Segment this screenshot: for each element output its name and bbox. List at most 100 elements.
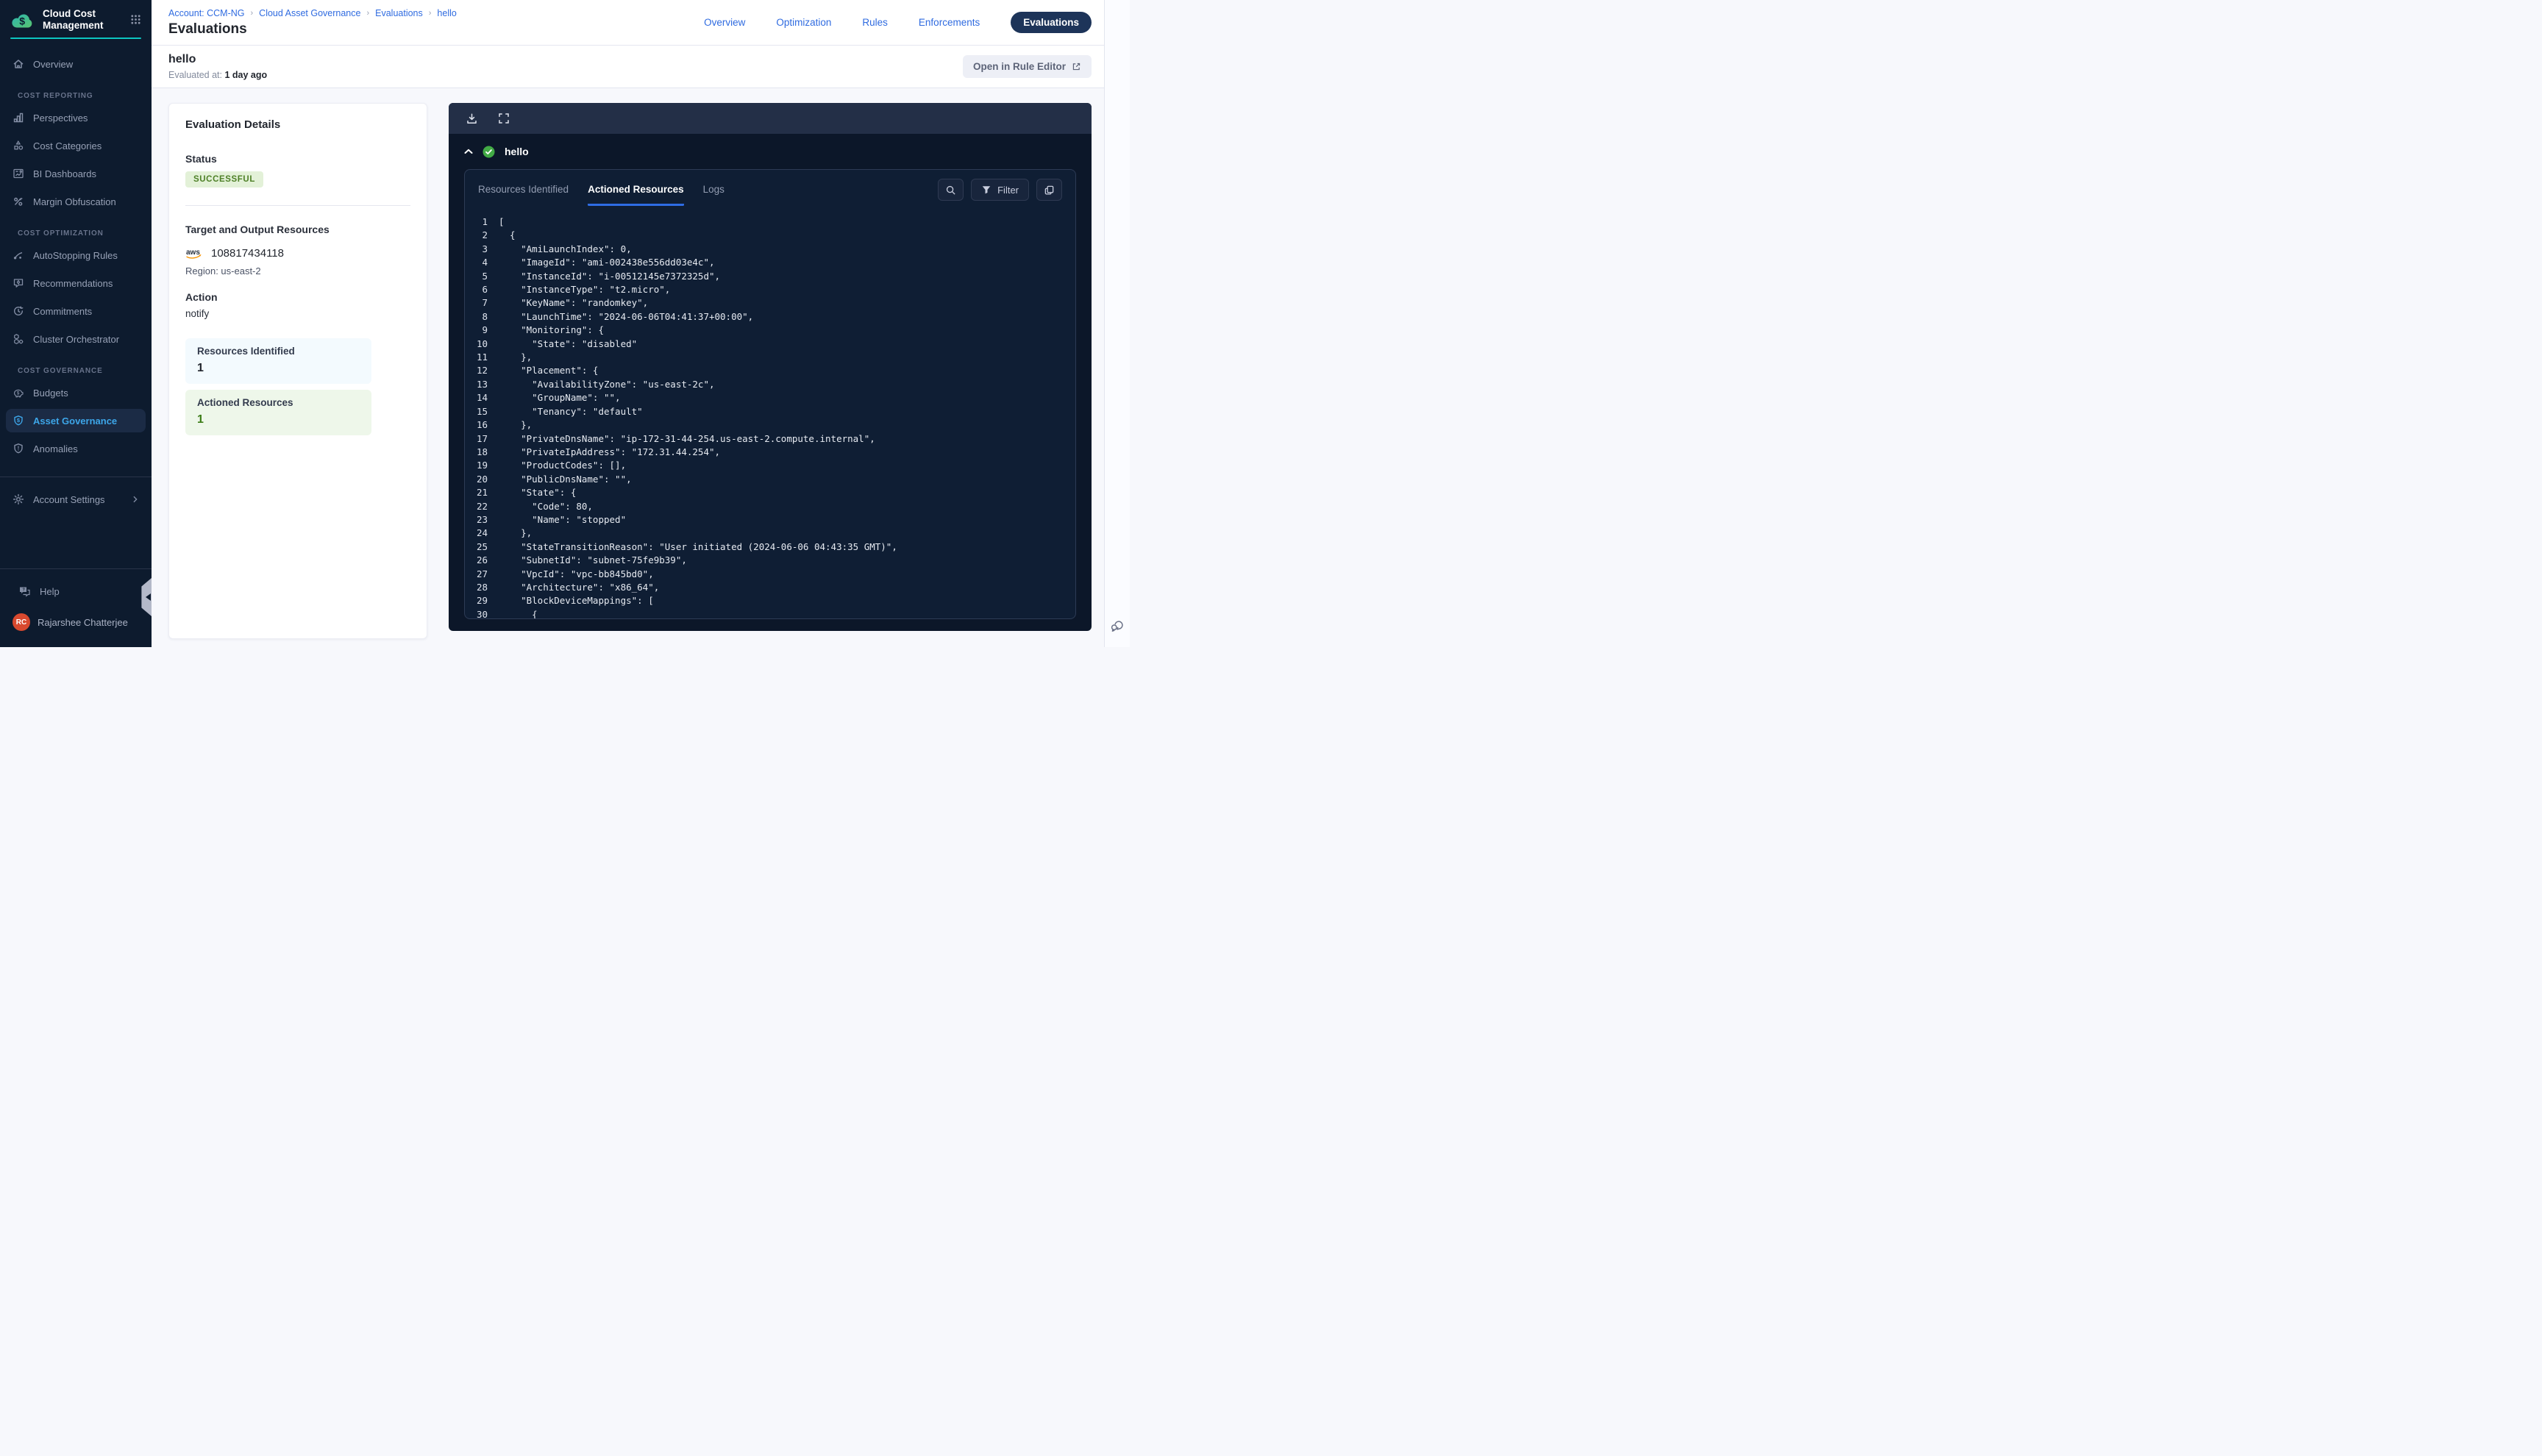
line-content: }, — [499, 351, 532, 364]
sidebar-item-help[interactable]: ? Help — [12, 579, 140, 603]
line-content: "AmiLaunchIndex": 0, — [499, 243, 632, 256]
breadcrumb-separator-icon: › — [366, 9, 369, 18]
download-icon[interactable] — [466, 113, 478, 125]
sidebar-item-label: Account Settings — [33, 494, 105, 505]
sidebar-item-recommendations[interactable]: Recommendations — [6, 271, 146, 295]
breadcrumb-account-link[interactable]: Account: CCM-NG — [168, 8, 245, 18]
viewer-actions: Filter — [938, 179, 1062, 201]
sidebar-item-label: Help — [40, 586, 60, 597]
aws-logo-icon: aws — [185, 247, 204, 260]
chevron-right-icon — [132, 496, 139, 503]
target-account-row: aws 108817434118 — [185, 247, 410, 260]
sidebar-item-cluster-orchestrator[interactable]: Cluster Orchestrator — [6, 327, 146, 351]
line-number: 3 — [465, 243, 499, 256]
sidebar-item-overview[interactable]: Overview — [6, 52, 146, 76]
viewer-tabs-row: Resources Identified Actioned Resources … — [465, 170, 1075, 206]
sidebar: $ Cloud Cost Management Overview COST RE… — [0, 0, 152, 647]
sidebar-item-commitments[interactable]: Commitments — [6, 299, 146, 323]
resources-identified-card[interactable]: Resources Identified 1 — [185, 338, 371, 384]
breadcrumb-evaluations-link[interactable]: Evaluations — [375, 8, 423, 18]
sidebar-item-cost-categories[interactable]: Cost Categories — [6, 134, 146, 157]
piggy-bank-icon: $ — [13, 387, 24, 399]
status-label: Status — [185, 153, 410, 165]
sidebar-item-account-settings[interactable]: Account Settings — [6, 488, 146, 511]
gear-icon — [13, 493, 24, 505]
section-cost-reporting: COST REPORTING — [18, 92, 152, 100]
breadcrumb-cloud-asset-governance-link[interactable]: Cloud Asset Governance — [259, 8, 360, 18]
actioned-resources-card[interactable]: Actioned Resources 1 — [185, 390, 371, 435]
code-line: 1 [ — [465, 215, 1075, 229]
clock-refresh-icon — [13, 305, 24, 317]
tab-evaluations-active[interactable]: Evaluations — [1011, 12, 1092, 33]
fullscreen-icon[interactable] — [498, 113, 510, 124]
filter-label: Filter — [997, 185, 1019, 196]
line-number: 28 — [465, 581, 499, 594]
line-content: "BlockDeviceMappings": [ — [499, 594, 654, 607]
code-line: 15 "Tenancy": "default" — [465, 405, 1075, 418]
shield-dollar-icon: $ — [13, 415, 24, 427]
svg-text:$: $ — [17, 391, 20, 396]
open-in-rule-editor-button[interactable]: Open in Rule Editor — [963, 55, 1092, 78]
line-number: 6 — [465, 283, 499, 296]
code-line: 17 "PrivateDnsName": "ip-172-31-44-254.u… — [465, 432, 1075, 446]
line-content: }, — [499, 527, 532, 540]
sidebar-item-asset-governance[interactable]: $ Asset Governance — [6, 409, 146, 432]
tab-resources-identified[interactable]: Resources Identified — [478, 184, 569, 206]
actioned-resources-count: 1 — [197, 413, 360, 427]
tab-actioned-resources[interactable]: Actioned Resources — [588, 184, 684, 206]
sidebar-item-label: Perspectives — [33, 113, 88, 124]
external-link-icon — [1072, 62, 1081, 71]
tab-optimization[interactable]: Optimization — [776, 17, 831, 28]
sidebar-item-label: Overview — [33, 59, 73, 70]
sidebar-item-bi-dashboards[interactable]: BI Dashboards — [6, 162, 146, 185]
tab-overview[interactable]: Overview — [704, 17, 745, 28]
code-line: 29 "BlockDeviceMappings": [ — [465, 594, 1075, 607]
app-root: $ Cloud Cost Management Overview COST RE… — [0, 0, 1130, 647]
home-icon — [13, 58, 24, 70]
filter-button[interactable]: Filter — [971, 179, 1029, 201]
sidebar-item-label: BI Dashboards — [33, 168, 96, 179]
code-line: 23 "Name": "stopped" — [465, 513, 1075, 527]
bar-chart-icon — [13, 112, 24, 124]
evaluation-name: hello — [168, 53, 267, 66]
page-title: Evaluations — [168, 21, 457, 38]
breadcrumb: Account: CCM-NG › Cloud Asset Governance… — [168, 7, 457, 19]
sidebar-item-anomalies[interactable]: ! Anomalies — [6, 437, 146, 460]
collapse-arrow-icon — [142, 593, 151, 601]
tab-logs[interactable]: Logs — [703, 184, 724, 206]
breadcrumb-separator-icon: › — [429, 9, 432, 18]
tab-enforcements[interactable]: Enforcements — [919, 17, 980, 28]
shield-alert-icon: ! — [13, 443, 24, 454]
autostopping-icon — [13, 249, 24, 261]
content-area: Evaluation Details Status SUCCESSFUL Tar… — [152, 88, 1104, 647]
avatar: RC — [13, 613, 30, 631]
feedback-chat-icon[interactable] — [1109, 618, 1125, 634]
chevron-up-icon[interactable] — [464, 149, 473, 154]
copy-button[interactable] — [1036, 179, 1062, 201]
sidebar-item-budgets[interactable]: $ Budgets — [6, 381, 146, 404]
sidebar-item-perspectives[interactable]: Perspectives — [6, 106, 146, 129]
sidebar-item-label: Recommendations — [33, 278, 113, 289]
breadcrumb-separator-icon: › — [251, 9, 254, 18]
sidebar-item-margin-obfuscation[interactable]: Margin Obfuscation — [6, 190, 146, 213]
line-number: 23 — [465, 513, 499, 527]
status-badge: SUCCESSFUL — [185, 171, 263, 188]
code-line: 8 "LaunchTime": "2024-06-06T04:41:37+00:… — [465, 310, 1075, 324]
line-content: "State": { — [499, 486, 576, 499]
app-grid-icon[interactable] — [130, 14, 141, 25]
details-heading: Evaluation Details — [185, 118, 410, 131]
line-number: 21 — [465, 486, 499, 499]
search-button[interactable] — [938, 179, 964, 201]
json-code-viewer[interactable]: 1 [ 2 { 3 "AmiLaunchIndex": — [465, 206, 1075, 618]
tab-rules[interactable]: Rules — [862, 17, 888, 28]
breadcrumb-hello-link[interactable]: hello — [437, 8, 456, 18]
line-number: 19 — [465, 459, 499, 472]
target-resources-heading: Target and Output Resources — [185, 224, 410, 235]
user-menu[interactable]: RC Rajarshee Chatterjee — [6, 610, 146, 634]
action-label: Action — [185, 291, 410, 303]
resources-viewer-card: Resources Identified Actioned Resources … — [464, 169, 1076, 619]
code-line: 3 "AmiLaunchIndex": 0, — [465, 243, 1075, 256]
region-text: Region: us-east-2 — [185, 265, 410, 276]
sidebar-item-label: Margin Obfuscation — [33, 196, 116, 207]
sidebar-item-autostopping-rules[interactable]: AutoStopping Rules — [6, 243, 146, 267]
